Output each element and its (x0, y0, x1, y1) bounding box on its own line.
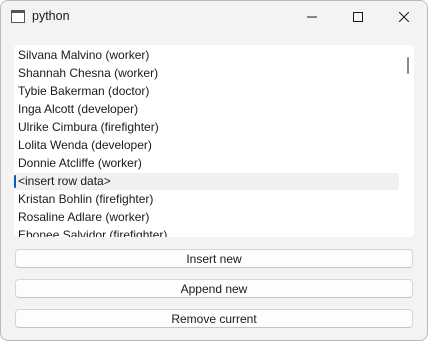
close-button[interactable] (381, 1, 427, 33)
list-item[interactable]: Lolita Wenda (developer) (14, 137, 399, 154)
window-title: python (32, 9, 70, 23)
close-icon (399, 12, 409, 22)
minimize-icon (307, 16, 317, 18)
list-item[interactable]: Ulrike Cimbura (firefighter) (14, 119, 399, 136)
list-item[interactable]: Donnie Atcliffe (worker) (14, 155, 399, 172)
remove-current-button[interactable]: Remove current (15, 309, 413, 328)
title-bar[interactable]: python (1, 1, 427, 33)
list-scrollbar-thumb[interactable] (407, 57, 409, 74)
list-item[interactable]: Rosaline Adlare (worker) (14, 209, 399, 226)
list-item[interactable]: Kristan Bohlin (firefighter) (14, 191, 399, 208)
minimize-button[interactable] (289, 1, 335, 33)
list-item[interactable]: Inga Alcott (developer) (14, 101, 399, 118)
list-item[interactable]: Silvana Malvino (worker) (14, 47, 399, 64)
maximize-icon (353, 12, 363, 22)
items-list[interactable]: Silvana Malvino (worker) Shannah Chesna … (14, 45, 414, 237)
insert-new-button[interactable]: Insert new (15, 249, 413, 268)
app-window: python Silvana Malvino (worker) Shannah … (0, 0, 428, 341)
maximize-button[interactable] (335, 1, 381, 33)
list-item[interactable]: Ebonee Salvidor (firefighter) (14, 227, 399, 237)
list-item-current[interactable]: <insert row data> (14, 173, 399, 190)
list-item[interactable]: Tybie Bakerman (doctor) (14, 83, 399, 100)
list-item[interactable]: Shannah Chesna (worker) (14, 65, 399, 82)
append-new-button[interactable]: Append new (15, 279, 413, 298)
window-app-icon (11, 10, 25, 23)
